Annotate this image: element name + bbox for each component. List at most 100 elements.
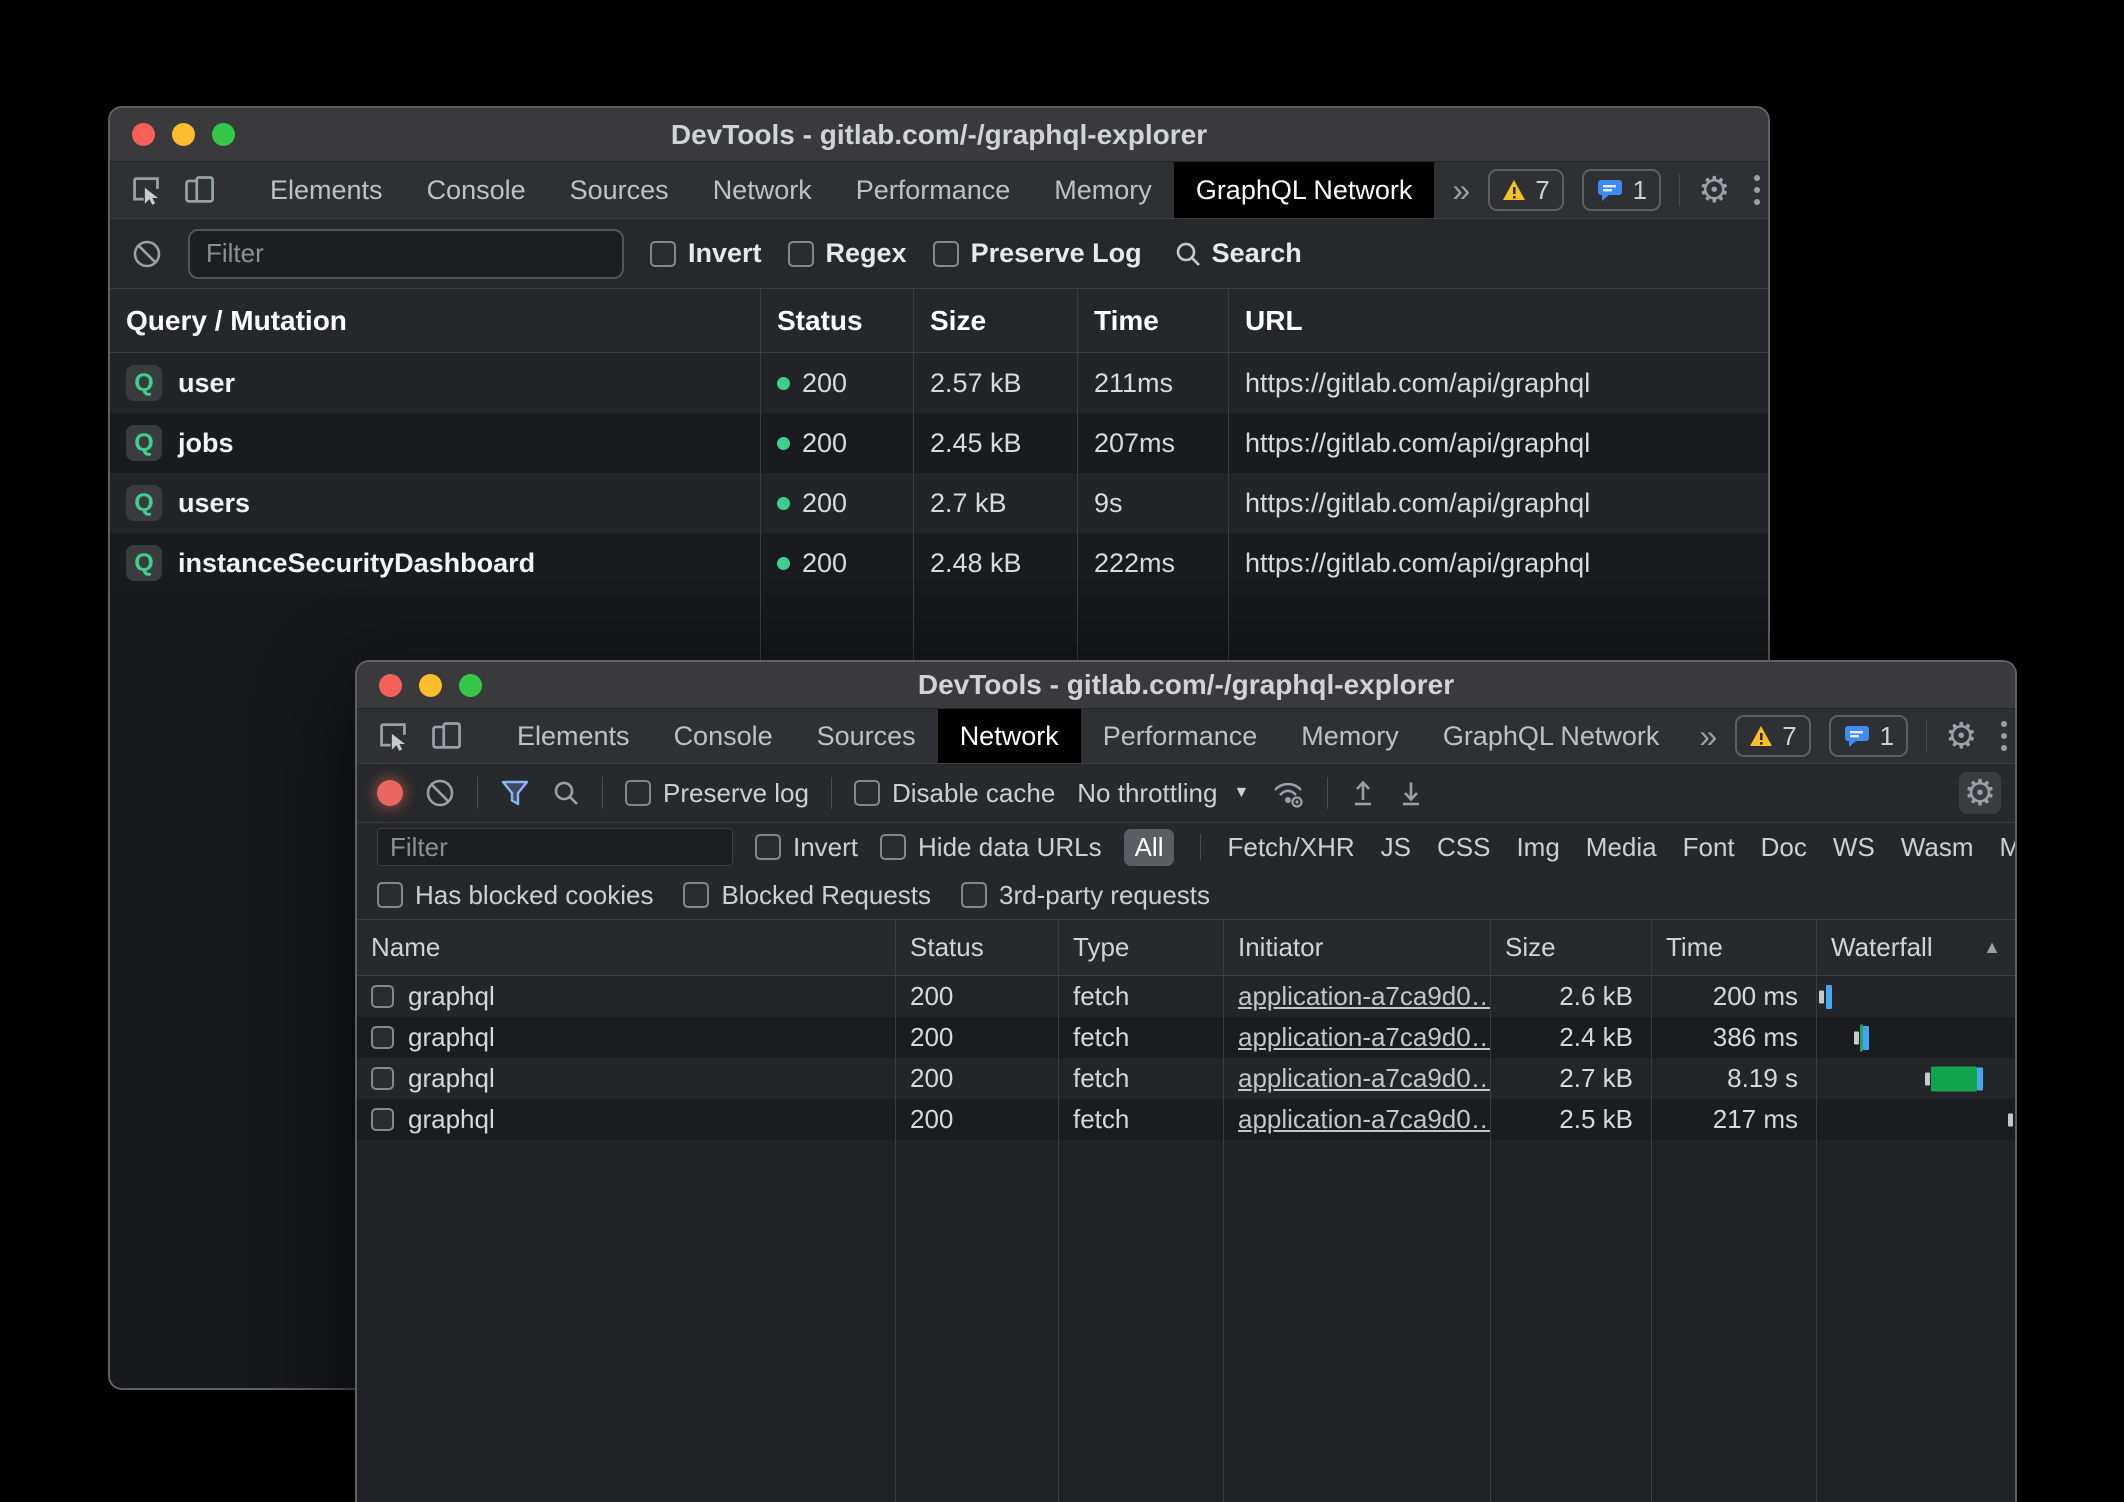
hide-data-urls-checkbox-group[interactable]: Hide data URLs [880,832,1102,863]
initiator-link[interactable]: application-a7ca9d0… [1238,1022,1490,1053]
third-party-requests-checkbox-group[interactable]: 3rd-party requests [961,880,1210,911]
type-filter-fetch-xhr[interactable]: Fetch/XHR [1227,832,1354,863]
import-har-icon[interactable] [1350,778,1376,808]
invert-checkbox-group[interactable]: Invert [650,238,762,269]
col-url[interactable]: URL [1228,289,1768,352]
tab-memory[interactable]: Memory [1279,709,1421,763]
table-row[interactable]: QinstanceSecurityDashboard 200 2.48 kB 2… [110,533,1768,593]
type-filter-manifest[interactable]: Manifest [2000,832,2018,863]
col-time[interactable]: Time [1077,289,1228,352]
table-row[interactable]: graphql 200 fetch application-a7ca9d0… 2… [357,1058,2015,1099]
invert-checkbox[interactable] [755,834,781,860]
record-button[interactable] [377,780,403,806]
filter-funnel-icon[interactable] [500,779,530,807]
col-type[interactable]: Type [1058,920,1223,975]
col-status[interactable]: Status [760,289,913,352]
has-blocked-cookies-checkbox[interactable] [377,882,403,908]
issues-badge[interactable]: 1 [1582,169,1661,211]
tab-elements[interactable]: Elements [495,709,652,763]
preserve-log-checkbox[interactable] [933,241,959,267]
col-status[interactable]: Status [895,920,1058,975]
type-filter-doc[interactable]: Doc [1761,832,1807,863]
issues-badge[interactable]: 1 [1829,715,1908,757]
table-row[interactable]: graphql 200 fetch application-a7ca9d0… 2… [357,976,2015,1017]
tab-elements[interactable]: Elements [248,162,405,218]
network-settings-gear-icon[interactable]: ⚙ [1959,772,2001,814]
preserve-log-checkbox-group[interactable]: Preserve log [625,778,809,809]
kebab-menu-icon[interactable] [1995,721,2013,751]
row-checkbox[interactable] [371,985,394,1008]
network-conditions-icon[interactable] [1271,778,1305,808]
col-query-mutation[interactable]: Query / Mutation [110,289,760,352]
col-initiator[interactable]: Initiator [1223,920,1490,975]
tab-console[interactable]: Console [405,162,548,218]
preserve-log-checkbox-group[interactable]: Preserve Log [933,238,1142,269]
tab-network[interactable]: Network [691,162,834,218]
col-waterfall[interactable]: Waterfall▲ [1816,920,2015,975]
tab-performance[interactable]: Performance [1081,709,1280,763]
tab-performance[interactable]: Performance [834,162,1033,218]
tab-network[interactable]: Network [938,709,1081,763]
warnings-badge[interactable]: 7 [1735,715,1810,757]
more-tabs-chevron-icon[interactable]: » [1681,709,1735,763]
third-party-requests-checkbox[interactable] [961,882,987,908]
table-row[interactable]: Qusers 200 2.7 kB 9s https://gitlab.com/… [110,473,1768,533]
device-toolbar-icon[interactable] [429,720,463,752]
col-name[interactable]: Name [357,920,895,975]
table-row[interactable]: graphql 200 fetch application-a7ca9d0… 2… [357,1099,2015,1140]
has-blocked-cookies-checkbox-group[interactable]: Has blocked cookies [377,880,653,911]
row-checkbox[interactable] [371,1067,394,1090]
regex-checkbox-group[interactable]: Regex [788,238,907,269]
type-filter-media[interactable]: Media [1586,832,1657,863]
settings-gear-icon[interactable]: ⚙ [1945,718,1977,754]
inspect-element-icon[interactable] [377,720,409,752]
clear-icon[interactable] [132,239,162,269]
table-row[interactable]: Qjobs 200 2.45 kB 207ms https://gitlab.c… [110,413,1768,473]
tab-console[interactable]: Console [652,709,795,763]
initiator-link[interactable]: application-a7ca9d0… [1238,1063,1490,1094]
table-row[interactable]: graphql 200 fetch application-a7ca9d0… 2… [357,1017,2015,1058]
filter-input[interactable] [188,229,624,279]
preserve-log-checkbox[interactable] [625,780,651,806]
type-filter-all[interactable]: All [1124,829,1175,866]
type-filter-css[interactable]: CSS [1437,832,1490,863]
table-row[interactable]: Quser 200 2.57 kB 211ms https://gitlab.c… [110,353,1768,413]
device-toolbar-icon[interactable] [182,174,216,206]
tab-memory[interactable]: Memory [1032,162,1174,218]
settings-gear-icon[interactable]: ⚙ [1698,172,1730,208]
initiator-link[interactable]: application-a7ca9d0… [1238,981,1490,1012]
tab-sources[interactable]: Sources [548,162,691,218]
tab-graphql-network[interactable]: GraphQL Network [1174,162,1435,218]
kebab-menu-icon[interactable] [1748,175,1766,205]
tab-graphql-network[interactable]: GraphQL Network [1421,709,1682,763]
type-filter-js[interactable]: JS [1381,832,1411,863]
throttling-dropdown[interactable]: No throttling ▼ [1077,778,1249,809]
invert-checkbox[interactable] [650,241,676,267]
disable-cache-checkbox-group[interactable]: Disable cache [854,778,1055,809]
more-tabs-chevron-icon[interactable]: » [1434,162,1488,218]
col-size[interactable]: Size [913,289,1077,352]
blocked-requests-checkbox[interactable] [683,882,709,908]
type-filter-wasm[interactable]: Wasm [1901,832,1974,863]
type-filter-font[interactable]: Font [1683,832,1735,863]
search-icon[interactable] [552,779,580,807]
tab-sources[interactable]: Sources [795,709,938,763]
filter-input[interactable] [377,828,733,866]
type-filter-ws[interactable]: WS [1833,832,1875,863]
regex-checkbox[interactable] [788,241,814,267]
search-group[interactable]: Search [1174,238,1302,269]
col-size[interactable]: Size [1490,920,1651,975]
inspect-element-icon[interactable] [130,174,162,206]
row-checkbox[interactable] [371,1026,394,1049]
invert-checkbox-group[interactable]: Invert [755,832,858,863]
export-har-icon[interactable] [1398,778,1424,808]
warnings-badge[interactable]: 7 [1488,169,1563,211]
type-filter-img[interactable]: Img [1516,832,1559,863]
disable-cache-checkbox[interactable] [854,780,880,806]
initiator-link[interactable]: application-a7ca9d0… [1238,1104,1490,1135]
clear-icon[interactable] [425,778,455,808]
hide-data-urls-checkbox[interactable] [880,834,906,860]
row-checkbox[interactable] [371,1108,394,1131]
col-time[interactable]: Time [1651,920,1816,975]
blocked-requests-checkbox-group[interactable]: Blocked Requests [683,880,931,911]
